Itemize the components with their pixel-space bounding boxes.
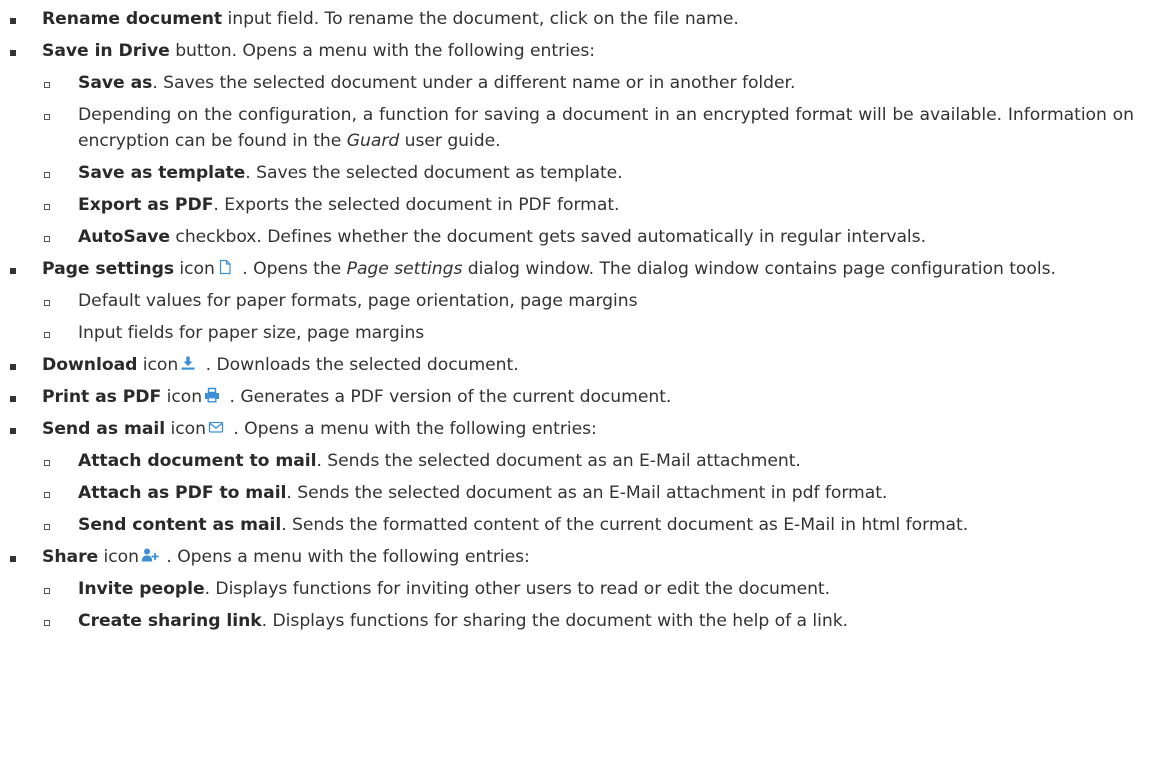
list-item-rename-document: Rename document input field. To rename t… <box>0 3 1154 35</box>
term-share: Share <box>42 547 99 567</box>
sub-item-save-as: Save as. Saves the selected document und… <box>42 67 1134 99</box>
icon-word: icon <box>174 259 215 279</box>
sub-item-encryption: Depending on the configuration, a functi… <box>42 99 1134 157</box>
term-save-as-template: Save as template <box>78 163 246 183</box>
term-page-settings-dialog: Page settings <box>346 259 463 279</box>
download-icon <box>180 355 196 371</box>
icon-word: icon <box>165 419 206 439</box>
term-export-as-pdf: Export as PDF <box>78 195 214 215</box>
icon-word: icon <box>161 387 203 407</box>
item-description: . Displays functions for inviting other … <box>204 579 831 599</box>
term-save-in-drive: Save in Drive <box>42 41 170 61</box>
icon-word: icon <box>98 547 140 567</box>
item-description: . Downloads the selected document. <box>200 355 519 375</box>
share-user-add-icon <box>141 547 159 563</box>
item-description: Depending on the configuration, a functi… <box>78 105 1134 151</box>
item-description: . Displays functions for sharing the doc… <box>261 611 849 631</box>
term-create-sharing-link: Create sharing link <box>78 611 262 631</box>
item-description: . Sends the formatted content of the cur… <box>281 515 969 535</box>
sub-item-input-fields: Input fields for paper size, page margin… <box>42 317 1134 349</box>
sub-list-save-in-drive: Save as. Saves the selected document und… <box>42 67 1134 253</box>
list-item-row: Page settings icon . Opens the Page sett… <box>10 253 1134 285</box>
list-item-row: Save in Drive button. Opens a menu with … <box>10 35 1134 67</box>
list-item-row: Send as mail icon . Opens a menu with th… <box>10 413 1134 445</box>
item-description: button. Opens a menu with the following … <box>169 41 595 61</box>
list-item-row: Download icon . Downloads the selected d… <box>10 349 1134 381</box>
sub-item-attach-as-pdf: Attach as PDF to mail. Sends the selecte… <box>42 477 1134 509</box>
term-page-settings: Page settings <box>42 259 175 279</box>
item-description: . Opens a menu with the following entrie… <box>227 419 597 439</box>
term-send-as-mail: Send as mail <box>42 419 166 439</box>
sub-list-send-as-mail: Attach document to mail. Sends the selec… <box>42 445 1134 541</box>
list-item-row: Share icon . Opens a menu with the follo… <box>10 541 1134 573</box>
print-icon <box>204 387 220 403</box>
term-attach-as-pdf: Attach as PDF to mail <box>78 483 287 503</box>
term-download: Download <box>42 355 138 375</box>
list-item-save-in-drive: Save in Drive button. Opens a menu with … <box>0 35 1154 253</box>
sub-item-send-content: Send content as mail. Sends the formatte… <box>42 509 1134 541</box>
mail-icon <box>208 419 224 435</box>
item-description: . Opens a menu with the following entrie… <box>160 547 530 567</box>
term-rename-document: Rename document <box>42 9 223 29</box>
sub-item-attach-document: Attach document to mail. Sends the selec… <box>42 445 1134 477</box>
list-item-row: Rename document input field. To rename t… <box>10 3 1134 35</box>
item-description: . Sends the selected document as an E-Ma… <box>286 483 888 503</box>
icon-word: icon <box>137 355 179 375</box>
item-description: . Exports the selected document in PDF f… <box>213 195 620 215</box>
list-item-print-as-pdf: Print as PDF icon . Generates a PDF vers… <box>0 381 1154 413</box>
term-guard: Guard <box>346 131 400 151</box>
item-description: . Saves the selected document under a di… <box>152 73 796 93</box>
item-description: checkbox. Defines whether the document g… <box>170 227 926 247</box>
sub-item-autosave: AutoSave checkbox. Defines whether the d… <box>42 221 1134 253</box>
term-autosave: AutoSave <box>78 227 170 247</box>
toolbar-functions-list: Rename document input field. To rename t… <box>0 3 1154 637</box>
term-send-content: Send content as mail <box>78 515 282 535</box>
item-description-end: user guide. <box>399 131 501 151</box>
sub-item-default-values: Default values for paper formats, page o… <box>42 285 1134 317</box>
item-description: Default values for paper formats, page o… <box>78 291 638 311</box>
sub-item-export-as-pdf: Export as PDF. Exports the selected docu… <box>42 189 1134 221</box>
list-item-row: Print as PDF icon . Generates a PDF vers… <box>10 381 1134 413</box>
list-item-share: Share icon . Opens a menu with the follo… <box>0 541 1154 637</box>
sub-item-create-sharing-link: Create sharing link. Displays functions … <box>42 605 1134 637</box>
sub-item-invite-people: Invite people. Displays functions for in… <box>42 573 1134 605</box>
sub-list-page-settings: Default values for paper formats, page o… <box>42 285 1134 349</box>
list-item-download: Download icon . Downloads the selected d… <box>0 349 1154 381</box>
item-description: . Opens the <box>236 259 347 279</box>
help-document: Rename document input field. To rename t… <box>0 0 1154 637</box>
sub-item-save-as-template: Save as template. Saves the selected doc… <box>42 157 1134 189</box>
item-description: Input fields for paper size, page margin… <box>78 323 425 343</box>
item-description: . Generates a PDF version of the current… <box>224 387 672 407</box>
term-invite-people: Invite people <box>78 579 205 599</box>
item-description: input field. To rename the document, cli… <box>222 9 739 29</box>
list-item-send-as-mail: Send as mail icon . Opens a menu with th… <box>0 413 1154 541</box>
item-description: . Saves the selected document as templat… <box>245 163 623 183</box>
sub-list-share: Invite people. Displays functions for in… <box>42 573 1134 637</box>
term-attach-document: Attach document to mail <box>78 451 317 471</box>
term-print-as-pdf: Print as PDF <box>42 387 162 407</box>
term-save-as: Save as <box>78 73 153 93</box>
item-description: . Sends the selected document as an E-Ma… <box>316 451 801 471</box>
item-description-end: dialog window. The dialog window contain… <box>462 259 1056 279</box>
page-settings-icon <box>217 259 233 275</box>
list-item-page-settings: Page settings icon . Opens the Page sett… <box>0 253 1154 349</box>
